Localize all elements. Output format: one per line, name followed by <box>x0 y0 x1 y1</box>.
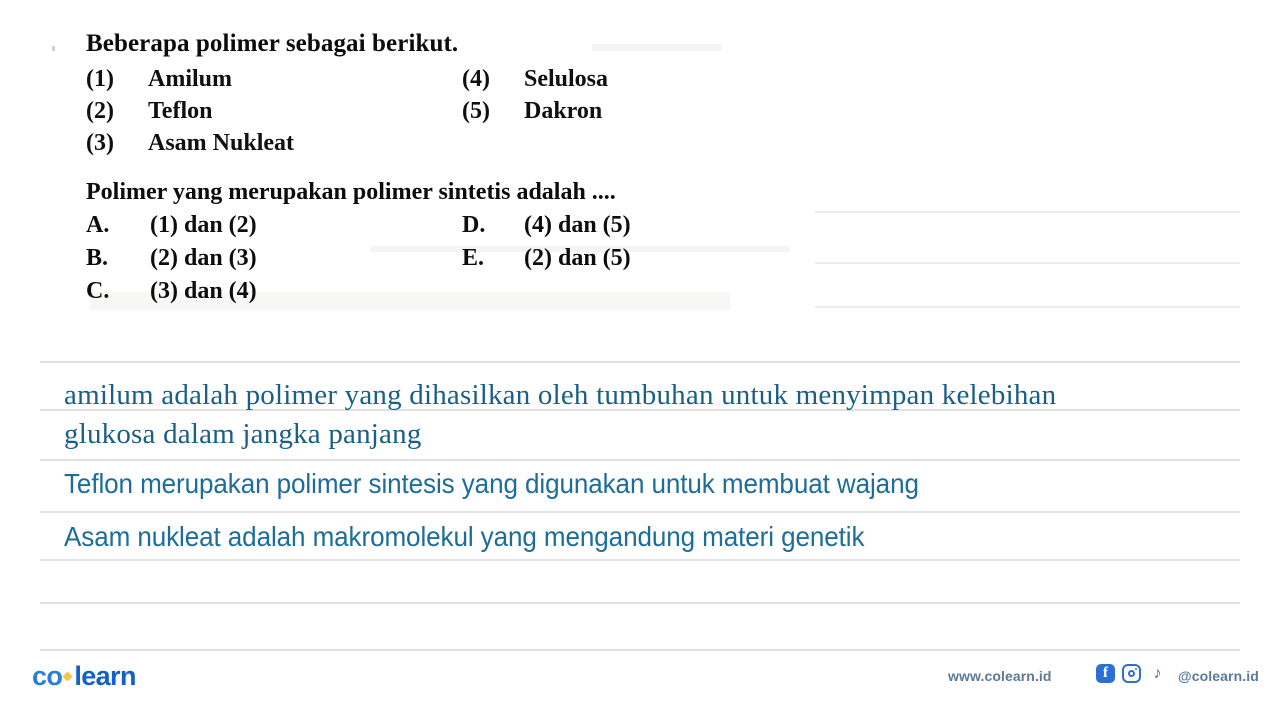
polymer-name: Teflon <box>148 98 213 124</box>
choice-row: A. (1) dan (2) D. (4) dan (5) <box>86 212 846 245</box>
choice-key: B. <box>86 245 109 271</box>
rule-line <box>40 559 1240 561</box>
polymer-number: (4) <box>462 66 490 92</box>
logo-text-co: co <box>32 661 63 691</box>
website-url[interactable]: www.colearn.id <box>948 668 1052 684</box>
tiktok-icon[interactable]: ♪ <box>1148 664 1167 683</box>
answer-line-3: Teflon merupakan polimer sintesis yang d… <box>64 468 919 499</box>
scan-artifact-dot <box>52 46 55 51</box>
ruled-line-faint-1 <box>815 211 1240 213</box>
question-title: Beberapa polimer sebagai berikut. <box>86 30 459 57</box>
colearn-logo[interactable]: co learn <box>32 661 136 692</box>
polymer-number: (2) <box>86 98 114 124</box>
page-footer: co learn www.colearn.id f ♪ @colearn.id <box>0 650 1280 720</box>
choice-row: C. (3) dan (4) <box>86 278 846 311</box>
facebook-icon[interactable]: f <box>1096 664 1115 683</box>
rule-line <box>40 511 1240 513</box>
choice-text: (2) dan (5) <box>524 245 631 271</box>
answer-line-2: glukosa dalam jangka panjang <box>64 418 422 450</box>
polymer-name: Dakron <box>524 98 603 124</box>
instagram-icon[interactable] <box>1122 664 1141 683</box>
polymer-number: (3) <box>86 130 114 156</box>
polymer-name: Selulosa <box>524 66 609 92</box>
logo-dot-icon <box>62 671 73 682</box>
answer-choices: A. (1) dan (2) D. (4) dan (5) B. (2) dan… <box>86 212 846 311</box>
polymer-name: Amilum <box>148 66 232 92</box>
polymer-number: (1) <box>86 66 114 92</box>
polymer-list: (1) Amilum (4) Selulosa (2) Teflon (5) D… <box>86 66 786 162</box>
polymer-name: Asam Nukleat <box>148 130 295 156</box>
rule-line <box>40 361 1240 363</box>
answer-line-4: Asam nukleat adalah makromolekul yang me… <box>64 521 865 552</box>
answer-line-1: amilum adalah polimer yang dihasilkan ol… <box>64 379 1057 411</box>
choice-text: (2) dan (3) <box>150 245 257 271</box>
ruled-line-faint-2 <box>815 262 1240 264</box>
ruled-line-faint-3 <box>815 306 1240 308</box>
logo-text-learn: learn <box>74 661 136 691</box>
social-links: f ♪ <box>1096 664 1167 683</box>
polymer-row: (3) Asam Nukleat <box>86 130 786 162</box>
question-scan-block: Beberapa polimer sebagai berikut. (1) Am… <box>0 0 1280 340</box>
choice-key: E. <box>462 245 485 271</box>
choice-text: (1) dan (2) <box>150 212 257 238</box>
question-prompt: Polimer yang merupakan polimer sintetis … <box>86 179 616 205</box>
choice-text: (3) dan (4) <box>150 278 257 304</box>
rule-line <box>40 602 1240 604</box>
polymer-number: (5) <box>462 98 490 124</box>
choice-text: (4) dan (5) <box>524 212 631 238</box>
social-handle[interactable]: @colearn.id <box>1178 668 1259 684</box>
rule-line <box>40 459 1240 461</box>
choice-key: A. <box>86 212 110 238</box>
choice-row: B. (2) dan (3) E. (2) dan (5) <box>86 245 846 278</box>
polymer-row: (2) Teflon (5) Dakron <box>86 98 786 130</box>
polymer-row: (1) Amilum (4) Selulosa <box>86 66 786 98</box>
scan-artifact-smudge-top <box>592 44 722 51</box>
choice-key: C. <box>86 278 110 304</box>
choice-key: D. <box>462 212 486 238</box>
